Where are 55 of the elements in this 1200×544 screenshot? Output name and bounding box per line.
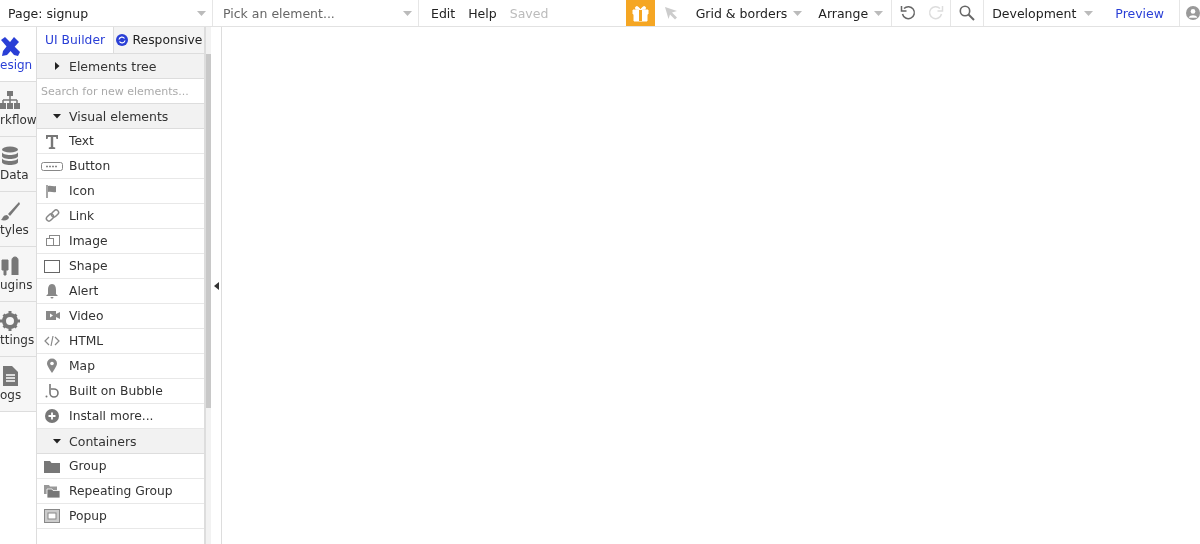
caret-icon	[1084, 10, 1094, 16]
brush-icon	[0, 201, 20, 221]
folder-icon	[44, 458, 60, 474]
popup-icon	[44, 508, 60, 524]
gift-button[interactable]	[625, 0, 655, 26]
panel-tab[interactable]: Responsive	[114, 27, 204, 54]
nav-item[interactable]: ogs	[0, 357, 36, 412]
settings-icon	[0, 311, 20, 331]
environment-select[interactable]: Development	[983, 0, 1108, 26]
document-icon	[0, 366, 20, 386]
menu-item[interactable]: Help	[468, 0, 510, 26]
caret-icon	[793, 10, 803, 16]
sync-icon	[115, 34, 128, 46]
caret-icon	[403, 10, 412, 16]
header-label: Elements tree	[69, 58, 157, 74]
rectangle-icon	[44, 258, 60, 274]
caret-icon	[874, 10, 884, 16]
add-icon	[45, 408, 59, 424]
section-header[interactable]: Visual elements	[37, 104, 204, 129]
sitemap-icon	[0, 91, 20, 111]
header-label: Containers	[69, 433, 137, 449]
search-icon	[959, 5, 976, 21]
nav-item[interactable]: tyles	[0, 192, 36, 247]
scrollbar-thumb[interactable]	[206, 54, 211, 408]
grid-menu[interactable]: Grid & borders	[687, 0, 811, 26]
text-icon	[44, 133, 60, 149]
panel-tab[interactable]: UI Builder	[37, 27, 114, 54]
arrange-menu[interactable]: Arrange	[810, 0, 892, 26]
nav-item[interactable]: ugins	[0, 247, 36, 302]
nav-item[interactable]: ttings	[0, 302, 36, 357]
nav-item[interactable]: Data	[0, 137, 36, 192]
menu-item[interactable]: Edit	[423, 0, 469, 26]
link-icon	[44, 208, 60, 224]
bubble-logo-icon	[44, 383, 60, 399]
collapse-arrow-icon[interactable]	[213, 281, 219, 290]
nav-item[interactable]: rkflow	[0, 82, 36, 137]
plug-icon	[0, 256, 20, 276]
header-label: Visual elements	[69, 108, 169, 124]
section-header[interactable]: Containers	[37, 429, 204, 454]
elements-tree-header[interactable]: Elements tree	[37, 54, 204, 79]
caret-icon	[197, 10, 206, 16]
image-icon	[44, 233, 60, 249]
flag-icon	[45, 183, 59, 199]
database-icon	[0, 146, 20, 166]
map-pin-icon	[46, 358, 58, 374]
page-select[interactable]: Page: signup	[0, 0, 213, 26]
code-icon	[44, 333, 60, 349]
preview-link[interactable]: Preview	[1107, 0, 1179, 26]
cursor-icon	[664, 6, 678, 20]
element-select[interactable]: Pick an element...	[221, 4, 395, 22]
folders-icon	[44, 483, 60, 499]
bell-icon	[45, 283, 59, 299]
save-status: Saved	[509, 4, 550, 23]
avatar-icon[interactable]	[1186, 4, 1200, 22]
gift-icon	[631, 4, 649, 22]
